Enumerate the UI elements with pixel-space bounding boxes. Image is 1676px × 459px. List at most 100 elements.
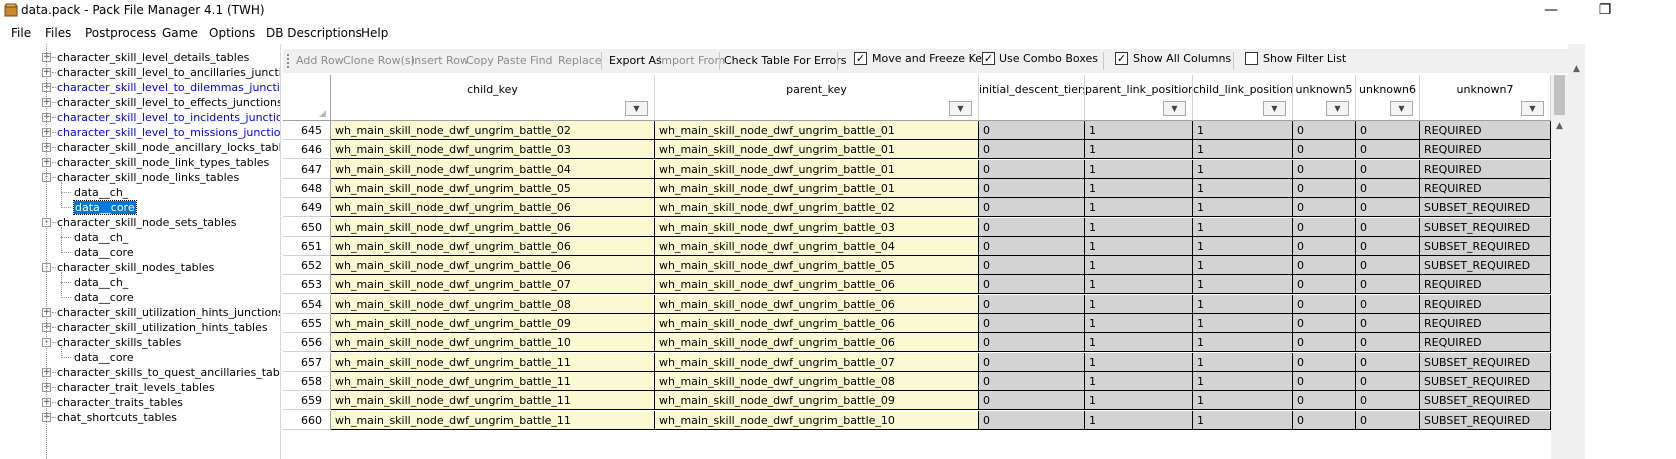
cell-unknown5[interactable]: 0 (1293, 314, 1356, 333)
column-header-unknown6[interactable]: unknown6 ▼ (1356, 75, 1420, 121)
cell-unknown6[interactable]: 0 (1356, 371, 1420, 391)
toolbar-copy-button[interactable]: Copy (466, 54, 494, 67)
column-header-unknown5[interactable]: unknown5 ▼ (1293, 75, 1356, 121)
cell-child-link-position[interactable]: 1 (1193, 352, 1293, 372)
cell-initial-descent-tiers[interactable]: 0 (979, 314, 1085, 333)
table-row[interactable]: 646 wh_main_skill_node_dwf_ungrim_battle_… (283, 140, 1551, 160)
column-header-unknown7[interactable]: unknown7 ▼ (1420, 75, 1551, 121)
tree-item-table[interactable]: chat_shortcuts_tables (57, 410, 177, 425)
cell-parent-link-position[interactable]: 1 (1085, 140, 1193, 160)
cell-child-link-position[interactable]: 1 (1193, 294, 1293, 314)
toolbar-insert-row-button[interactable]: Insert Row (411, 54, 469, 67)
cell-child-key[interactable]: wh_main_skill_node_dwf_ungrim_battle_02 (331, 121, 655, 140)
table-row[interactable]: 649 wh_main_skill_node_dwf_ungrim_battle_… (283, 198, 1551, 218)
cell-unknown5[interactable]: 0 (1293, 294, 1356, 314)
toolbar-paste-button[interactable]: Paste (497, 54, 527, 67)
cell-parent-link-position[interactable]: 1 (1085, 256, 1193, 276)
cell-unknown6[interactable]: 0 (1356, 333, 1420, 353)
cell-parent-key[interactable]: wh_main_skill_node_dwf_ungrim_battle_06 (655, 314, 979, 333)
cell-child-link-position[interactable]: 1 (1193, 198, 1293, 218)
cell-parent-key[interactable]: wh_main_skill_node_dwf_ungrim_battle_06 (655, 275, 979, 295)
cell-initial-descent-tiers[interactable]: 0 (979, 410, 1085, 430)
cell-unknown5[interactable]: 0 (1293, 140, 1356, 160)
cell-unknown7[interactable]: REQUIRED (1420, 159, 1551, 179)
checkbox-use-combo-boxes[interactable]: ✓ (982, 52, 995, 65)
row-number[interactable]: 646 (283, 140, 331, 160)
toolbar-grip[interactable] (287, 54, 289, 68)
menu-file[interactable]: File (11, 26, 31, 40)
menu-help[interactable]: Help (361, 26, 388, 40)
cell-child-link-position[interactable]: 1 (1193, 236, 1293, 256)
tree-item-file[interactable]: data__ch_ (74, 275, 128, 290)
cell-parent-key[interactable]: wh_main_skill_node_dwf_ungrim_battle_05 (655, 256, 979, 276)
tree-item-file[interactable]: data__core (74, 350, 134, 365)
cell-unknown5[interactable]: 0 (1293, 352, 1356, 372)
toolbar-add-row-button[interactable]: Add Row (296, 54, 344, 67)
row-number[interactable]: 652 (283, 256, 331, 276)
cell-unknown6[interactable]: 0 (1356, 294, 1420, 314)
cell-unknown6[interactable]: 0 (1356, 159, 1420, 179)
cell-parent-link-position[interactable]: 1 (1085, 391, 1193, 411)
cell-child-link-position[interactable]: 1 (1193, 256, 1293, 276)
checkbox-show-filter-list[interactable] (1245, 52, 1258, 65)
tree-item-table[interactable]: character_trait_levels_tables (57, 380, 215, 395)
tree-item-table[interactable]: character_skills_tables (57, 335, 181, 350)
cell-child-link-position[interactable]: 1 (1193, 275, 1293, 295)
cell-child-key[interactable]: wh_main_skill_node_dwf_ungrim_battle_10 (331, 333, 655, 353)
row-number[interactable]: 656 (283, 333, 331, 353)
cell-unknown6[interactable]: 0 (1356, 217, 1420, 237)
cell-child-link-position[interactable]: 1 (1193, 410, 1293, 430)
grid-corner[interactable] (283, 75, 331, 121)
table-row[interactable]: 660 wh_main_skill_node_dwf_ungrim_battle_… (283, 410, 1551, 430)
tree-item-file[interactable]: data__core (74, 290, 134, 305)
chevron-down-icon[interactable]: ▼ (1163, 101, 1186, 116)
chevron-down-icon[interactable]: ▼ (625, 101, 648, 116)
checkbox-show-all-columns[interactable]: ✓ (1115, 52, 1128, 65)
column-header-initial-descent-tiers[interactable]: initial_descent_tiers (979, 75, 1085, 121)
row-number[interactable]: 645 (283, 121, 331, 140)
tree-item-table[interactable]: character_skill_utilization_hints_tables (57, 320, 268, 335)
cell-child-link-position[interactable]: 1 (1193, 314, 1293, 333)
cell-child-key[interactable]: wh_main_skill_node_dwf_ungrim_battle_06 (331, 256, 655, 276)
cell-parent-link-position[interactable]: 1 (1085, 294, 1193, 314)
cell-unknown7[interactable]: SUBSET_REQUIRED (1420, 410, 1551, 430)
cell-parent-key[interactable]: wh_main_skill_node_dwf_ungrim_battle_06 (655, 333, 979, 353)
column-header-parent-key[interactable]: parent_key ▼ (655, 75, 979, 121)
cell-child-key[interactable]: wh_main_skill_node_dwf_ungrim_battle_06 (331, 198, 655, 218)
table-row[interactable]: 650 wh_main_skill_node_dwf_ungrim_battle_… (283, 217, 1551, 237)
cell-child-key[interactable]: wh_main_skill_node_dwf_ungrim_battle_11 (331, 391, 655, 411)
cell-unknown7[interactable]: SUBSET_REQUIRED (1420, 236, 1551, 256)
cell-unknown7[interactable]: REQUIRED (1420, 294, 1551, 314)
cell-parent-link-position[interactable]: 1 (1085, 352, 1193, 372)
cell-unknown6[interactable]: 0 (1356, 256, 1420, 276)
checkbox-move-and-freeze-keys[interactable]: ✓ (854, 52, 867, 65)
cell-child-key[interactable]: wh_main_skill_node_dwf_ungrim_battle_11 (331, 352, 655, 372)
cell-unknown7[interactable]: SUBSET_REQUIRED (1420, 256, 1551, 276)
menu-files[interactable]: Files (45, 26, 71, 40)
table-row[interactable]: 653 wh_main_skill_node_dwf_ungrim_battle_… (283, 275, 1551, 295)
row-number[interactable]: 649 (283, 198, 331, 218)
cell-unknown6[interactable]: 0 (1356, 178, 1420, 198)
toolbar-clone-row-s-button[interactable]: Clone Row(s) (343, 54, 415, 67)
tree-item-table[interactable]: character_skill_node_link_types_tables (57, 155, 269, 170)
cell-unknown6[interactable]: 0 (1356, 314, 1420, 333)
cell-unknown6[interactable]: 0 (1356, 121, 1420, 140)
cell-initial-descent-tiers[interactable]: 0 (979, 256, 1085, 276)
cell-unknown7[interactable]: SUBSET_REQUIRED (1420, 352, 1551, 372)
cell-child-link-position[interactable]: 1 (1193, 217, 1293, 237)
cell-initial-descent-tiers[interactable]: 0 (979, 352, 1085, 372)
cell-unknown5[interactable]: 0 (1293, 410, 1356, 430)
cell-child-key[interactable]: wh_main_skill_node_dwf_ungrim_battle_08 (331, 294, 655, 314)
cell-child-key[interactable]: wh_main_skill_node_dwf_ungrim_battle_09 (331, 314, 655, 333)
toolbar-check-table-for-errors-button[interactable]: Check Table For Errors (724, 54, 847, 67)
tree-item-table[interactable]: character_skill_level_to_dilemmas_juncti… (57, 80, 280, 95)
chevron-down-icon[interactable]: ▼ (1263, 101, 1286, 116)
cell-child-key[interactable]: wh_main_skill_node_dwf_ungrim_battle_04 (331, 159, 655, 179)
menu-postprocess[interactable]: Postprocess (85, 26, 156, 40)
cell-unknown7[interactable]: REQUIRED (1420, 275, 1551, 295)
grid-vertical-scrollbar[interactable]: ▲ (1551, 75, 1568, 459)
cell-unknown7[interactable]: REQUIRED (1420, 121, 1551, 140)
scroll-up-icon[interactable]: ▲ (1551, 121, 1568, 135)
tree-item-table[interactable]: character_skill_utilization_hints_juncti… (57, 305, 280, 320)
cell-child-link-position[interactable]: 1 (1193, 391, 1293, 411)
